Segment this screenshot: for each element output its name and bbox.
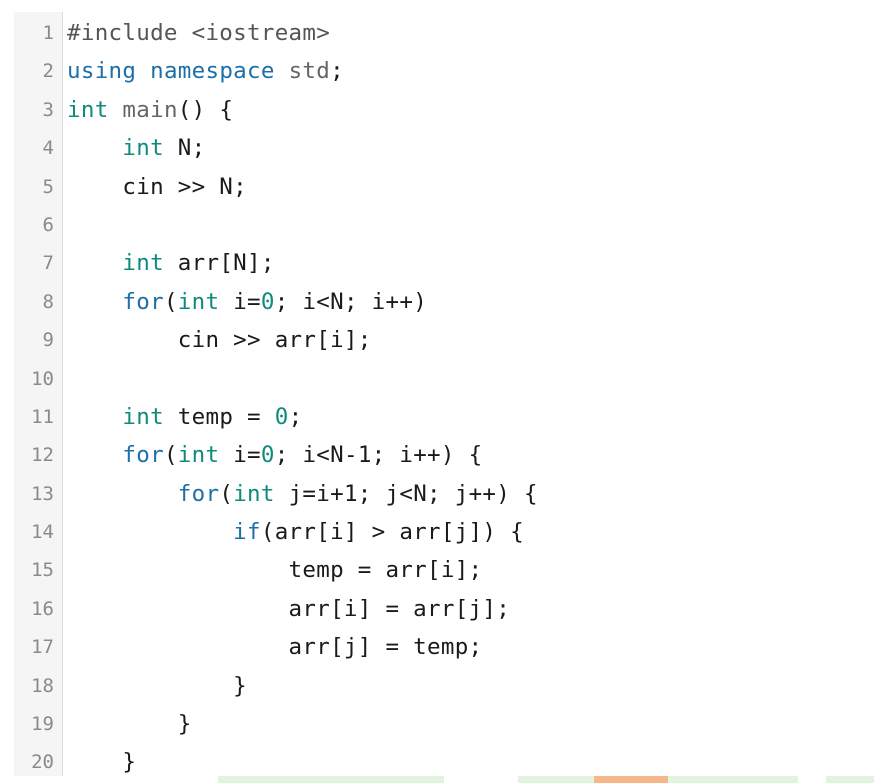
code-text[interactable]: #include <iostream> xyxy=(67,20,330,46)
line-number: 16 xyxy=(31,597,54,620)
bottom-status-strip xyxy=(0,776,874,783)
line-number: 20 xyxy=(31,751,54,774)
code-text[interactable]: for(int j=i+1; j<N; j++) { xyxy=(67,481,538,507)
line-number: 14 xyxy=(31,521,54,544)
code-line[interactable]: 15 temp = arr[i]; xyxy=(0,551,874,589)
code-line[interactable]: 2 using namespace std; xyxy=(0,52,874,90)
code-line[interactable]: 12 for(int i=0; i<N-1; i++) { xyxy=(0,436,874,474)
code-text[interactable]: arr[i] = arr[j]; xyxy=(67,596,510,622)
code-text[interactable]: } xyxy=(67,711,192,737)
line-number: 4 xyxy=(42,137,54,160)
code-line[interactable]: 8 for(int i=0; i<N; i++) xyxy=(0,283,874,321)
line-number: 5 xyxy=(42,175,54,198)
code-line[interactable]: 11 int temp = 0; xyxy=(0,398,874,436)
status-segment xyxy=(218,776,444,783)
status-segment xyxy=(826,776,874,783)
code-lines: 1 #include <iostream> 2 using namespace st… xyxy=(0,14,874,782)
code-text[interactable]: cin >> N; xyxy=(67,174,247,200)
status-segment xyxy=(518,776,594,783)
code-line[interactable]: 13 for(int j=i+1; j<N; j++) { xyxy=(0,475,874,513)
code-line[interactable]: 5 cin >> N; xyxy=(0,168,874,206)
code-line[interactable]: 9 cin >> arr[i]; xyxy=(0,321,874,359)
code-line[interactable]: 16 arr[i] = arr[j]; xyxy=(0,590,874,628)
code-text[interactable]: for(int i=0; i<N; i++) xyxy=(67,289,427,315)
code-line[interactable]: 3 int main() { xyxy=(0,91,874,129)
status-segment xyxy=(594,776,668,783)
code-line[interactable]: 7 int arr[N]; xyxy=(0,244,874,282)
code-text[interactable]: for(int i=0; i<N-1; i++) { xyxy=(67,442,482,468)
code-line[interactable]: 18 } xyxy=(0,667,874,705)
code-line[interactable]: 14 if(arr[i] > arr[j]) { xyxy=(0,513,874,551)
line-number: 3 xyxy=(42,98,54,121)
code-text[interactable]: temp = arr[i]; xyxy=(67,557,483,583)
code-text[interactable]: cin >> arr[i]; xyxy=(67,327,372,353)
code-text[interactable]: int temp = 0; xyxy=(67,404,302,430)
code-text[interactable]: int arr[N]; xyxy=(67,250,275,276)
line-number: 19 xyxy=(31,713,54,736)
code-line[interactable]: 4 int N; xyxy=(0,129,874,167)
line-number: 7 xyxy=(42,252,54,275)
line-number: 18 xyxy=(31,674,54,697)
line-number: 8 xyxy=(42,290,54,313)
code-text[interactable]: } xyxy=(67,749,136,775)
code-text[interactable]: using namespace std; xyxy=(67,58,344,84)
line-number: 2 xyxy=(42,60,54,83)
code-line[interactable]: 1 #include <iostream> xyxy=(0,14,874,52)
code-line[interactable]: 17 arr[j] = temp; xyxy=(0,628,874,666)
status-segment xyxy=(668,776,798,783)
code-text[interactable]: int N; xyxy=(67,135,205,161)
line-number: 9 xyxy=(42,329,54,352)
line-number: 13 xyxy=(31,482,54,505)
code-line[interactable]: 19 } xyxy=(0,705,874,743)
code-text[interactable]: } xyxy=(67,673,247,699)
line-number: 11 xyxy=(31,405,54,428)
line-number: 1 xyxy=(42,22,54,44)
line-number: 12 xyxy=(31,444,54,467)
code-line[interactable]: 10 xyxy=(0,360,874,398)
code-text[interactable]: if(arr[i] > arr[j]) { xyxy=(67,519,524,545)
code-text[interactable]: int main() { xyxy=(67,97,233,123)
code-text[interactable]: arr[j] = temp; xyxy=(67,634,483,660)
line-number: 15 xyxy=(31,559,54,582)
code-editor[interactable]: 1 #include <iostream> 2 using namespace st… xyxy=(0,0,874,776)
line-number: 10 xyxy=(31,367,54,390)
code-line[interactable]: 6 xyxy=(0,206,874,244)
line-number: 17 xyxy=(31,636,54,659)
line-number: 6 xyxy=(42,213,54,236)
